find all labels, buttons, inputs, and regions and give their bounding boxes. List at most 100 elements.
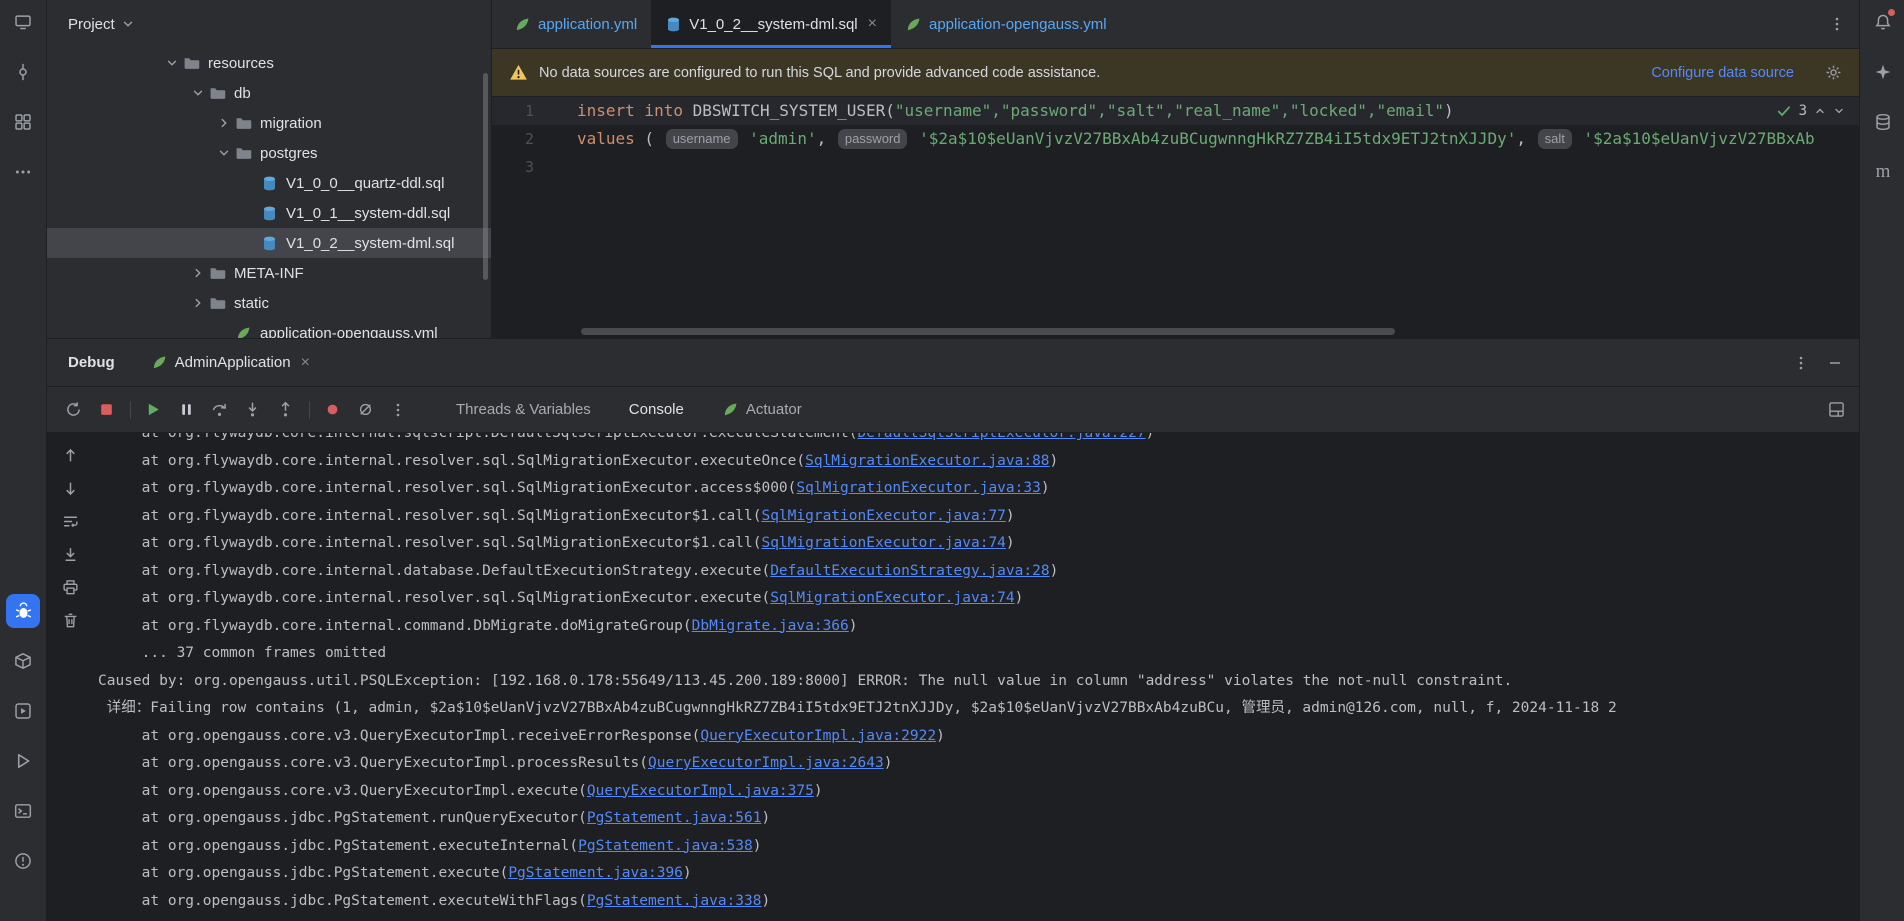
stack-trace-link[interactable]: QueryExecutorImpl.java:2643	[648, 755, 884, 771]
gear-icon[interactable]	[1825, 64, 1842, 81]
tree-item-v1-0-1-system-ddl-sql[interactable]: V1_0_1__system-ddl.sql	[47, 198, 491, 228]
soft-wrap-icon[interactable]	[57, 508, 83, 534]
scroll-to-end-icon[interactable]	[57, 541, 83, 567]
stack-trace-link[interactable]: PgStatement.java:538	[578, 838, 753, 854]
project-tool-button[interactable]	[6, 5, 40, 39]
tree-item-migration[interactable]: migration	[47, 108, 491, 138]
chevron-down-icon[interactable]	[188, 86, 208, 100]
down-stack-trace-icon[interactable]	[57, 475, 83, 501]
run-tool-button[interactable]	[6, 744, 40, 778]
commit-tool-button[interactable]	[6, 55, 40, 89]
session-tab-label: AdminApplication	[175, 354, 291, 371]
stop-icon[interactable]	[93, 397, 119, 423]
close-icon[interactable]: ×	[301, 355, 310, 371]
tree-item-application-opengauss-yml[interactable]: application-opengauss.yml	[47, 318, 491, 338]
project-scrollbar[interactable]	[483, 73, 488, 280]
stack-trace-link[interactable]: SqlMigrationExecutor.java:33	[796, 480, 1040, 496]
stack-trace-link[interactable]: PgStatement.java:338	[587, 893, 762, 909]
minimize-icon[interactable]	[1827, 355, 1843, 371]
editor-tab[interactable]: V1_0_2__system-dml.sql×	[651, 0, 891, 48]
tree-item-postgres[interactable]: postgres	[47, 138, 491, 168]
debugger-tab-console[interactable]: Console	[629, 401, 684, 418]
tree-item-static[interactable]: static	[47, 288, 491, 318]
stack-trace-link[interactable]: QueryExecutorImpl.java:2922	[700, 728, 936, 744]
console-text: )	[761, 810, 770, 826]
stack-trace-link[interactable]: SqlMigrationExecutor.java:74	[761, 535, 1005, 551]
database-tool-button[interactable]	[1866, 105, 1900, 139]
view-breakpoints-icon[interactable]	[319, 397, 345, 423]
step-over-icon[interactable]	[206, 397, 232, 423]
tree-item-db[interactable]: db	[47, 78, 491, 108]
print-icon[interactable]	[57, 574, 83, 600]
tree-item-v1-0-0-quartz-ddl-sql[interactable]: V1_0_0__quartz-ddl.sql	[47, 168, 491, 198]
chevron-right-icon[interactable]	[214, 116, 234, 130]
stack-trace-link[interactable]: PgStatement.java:561	[587, 810, 762, 826]
step-into-icon[interactable]	[239, 397, 265, 423]
chevron-right-icon[interactable]	[188, 266, 208, 280]
layout-settings-icon[interactable]	[1828, 401, 1845, 418]
stack-trace-link[interactable]: SqlMigrationExecutor.java:88	[805, 453, 1049, 469]
configure-datasource-link[interactable]: Configure data source	[1651, 65, 1794, 81]
more-tool-windows-button[interactable]	[6, 155, 40, 189]
editor-horizontal-scrollbar[interactable]	[581, 328, 1395, 335]
build-tool-button[interactable]	[6, 644, 40, 678]
notifications-button[interactable]	[1866, 5, 1900, 39]
stack-trace-link[interactable]: QueryExecutorImpl.java:375	[587, 783, 814, 799]
terminal-tool-button[interactable]	[6, 794, 40, 828]
toolbar-separator	[130, 401, 131, 419]
up-stack-trace-icon[interactable]	[57, 442, 83, 468]
console-text: )	[1050, 563, 1059, 579]
editor-tab[interactable]: application.yml	[500, 0, 651, 48]
debugger-tab-label: Actuator	[746, 401, 802, 418]
debug-tool-button[interactable]	[6, 594, 40, 628]
line-number[interactable]: 3	[492, 153, 534, 181]
stack-trace-link[interactable]: SqlMigrationExecutor.java:77	[761, 508, 1005, 524]
stack-trace-link[interactable]: DbMigrate.java:366	[692, 618, 849, 634]
debug-session-tab[interactable]: AdminApplication ×	[151, 354, 310, 371]
chevron-down-icon[interactable]	[162, 56, 182, 70]
stack-trace-link[interactable]: DefaultSqlScriptExecutor.java:227	[858, 433, 1146, 441]
console-line: at org.opengauss.core.v3.QueryExecutorIm…	[98, 723, 1859, 751]
resume-icon[interactable]	[140, 397, 166, 423]
stack-trace-link[interactable]: SqlMigrationExecutor.java:74	[770, 590, 1014, 606]
console-text: at org.flywaydb.core.internal.database.D…	[98, 563, 770, 579]
editor-tab[interactable]: application-opengauss.yml	[891, 0, 1121, 48]
debug-console[interactable]: at org.flywaydb.core.internal.sqlscript.…	[93, 433, 1859, 921]
chevron-down-icon[interactable]	[214, 146, 234, 160]
tree-item-meta-inf[interactable]: META-INF	[47, 258, 491, 288]
console-line: ... 37 common frames omitted	[98, 640, 1859, 668]
problems-tool-button[interactable]	[6, 844, 40, 878]
inspections-widget[interactable]: 3	[1776, 103, 1845, 119]
mute-breakpoints-icon[interactable]	[352, 397, 378, 423]
ai-assistant-button[interactable]	[1866, 55, 1900, 89]
code-editor[interactable]: 1insert into DBSWITCH_SYSTEM_USER("usern…	[492, 97, 1859, 338]
structure-tool-button[interactable]	[6, 105, 40, 139]
console-text: at org.opengauss.core.v3.QueryExecutorIm…	[98, 755, 648, 771]
chevron-up-icon[interactable]	[1814, 105, 1826, 117]
tree-item-v1-0-2-system-dml-sql[interactable]: V1_0_2__system-dml.sql	[47, 228, 491, 258]
stack-trace-link[interactable]: PgStatement.java:396	[508, 865, 683, 881]
project-panel-header[interactable]: Project	[47, 0, 491, 48]
debugger-tab-threads-variables[interactable]: Threads & Variables	[456, 401, 591, 418]
rerun-icon[interactable]	[60, 397, 86, 423]
left-tool-stripe	[0, 0, 47, 921]
maven-tool-button[interactable]: m	[1866, 155, 1900, 189]
parameter-hint: salt	[1538, 129, 1572, 149]
step-out-icon[interactable]	[272, 397, 298, 423]
more-vertical-icon[interactable]	[1829, 16, 1845, 32]
more-actions-icon[interactable]	[385, 397, 411, 423]
chevron-right-icon[interactable]	[188, 296, 208, 310]
console-line: at org.opengauss.jdbc.PgStatement.execut…	[98, 833, 1859, 861]
close-icon[interactable]: ×	[868, 16, 877, 32]
pause-icon[interactable]	[173, 397, 199, 423]
line-number[interactable]: 2	[492, 125, 534, 153]
services-tool-button[interactable]	[6, 694, 40, 728]
chevron-down-icon[interactable]	[1833, 105, 1845, 117]
debugger-tab-actuator[interactable]: Actuator	[722, 401, 802, 418]
tree-item-resources[interactable]: resources	[47, 48, 491, 78]
more-vertical-icon[interactable]	[1793, 355, 1809, 371]
tree-item-label: postgres	[260, 145, 318, 162]
stack-trace-link[interactable]: DefaultExecutionStrategy.java:28	[770, 563, 1049, 579]
clear-console-icon[interactable]	[57, 607, 83, 633]
line-number[interactable]: 1	[492, 97, 534, 125]
